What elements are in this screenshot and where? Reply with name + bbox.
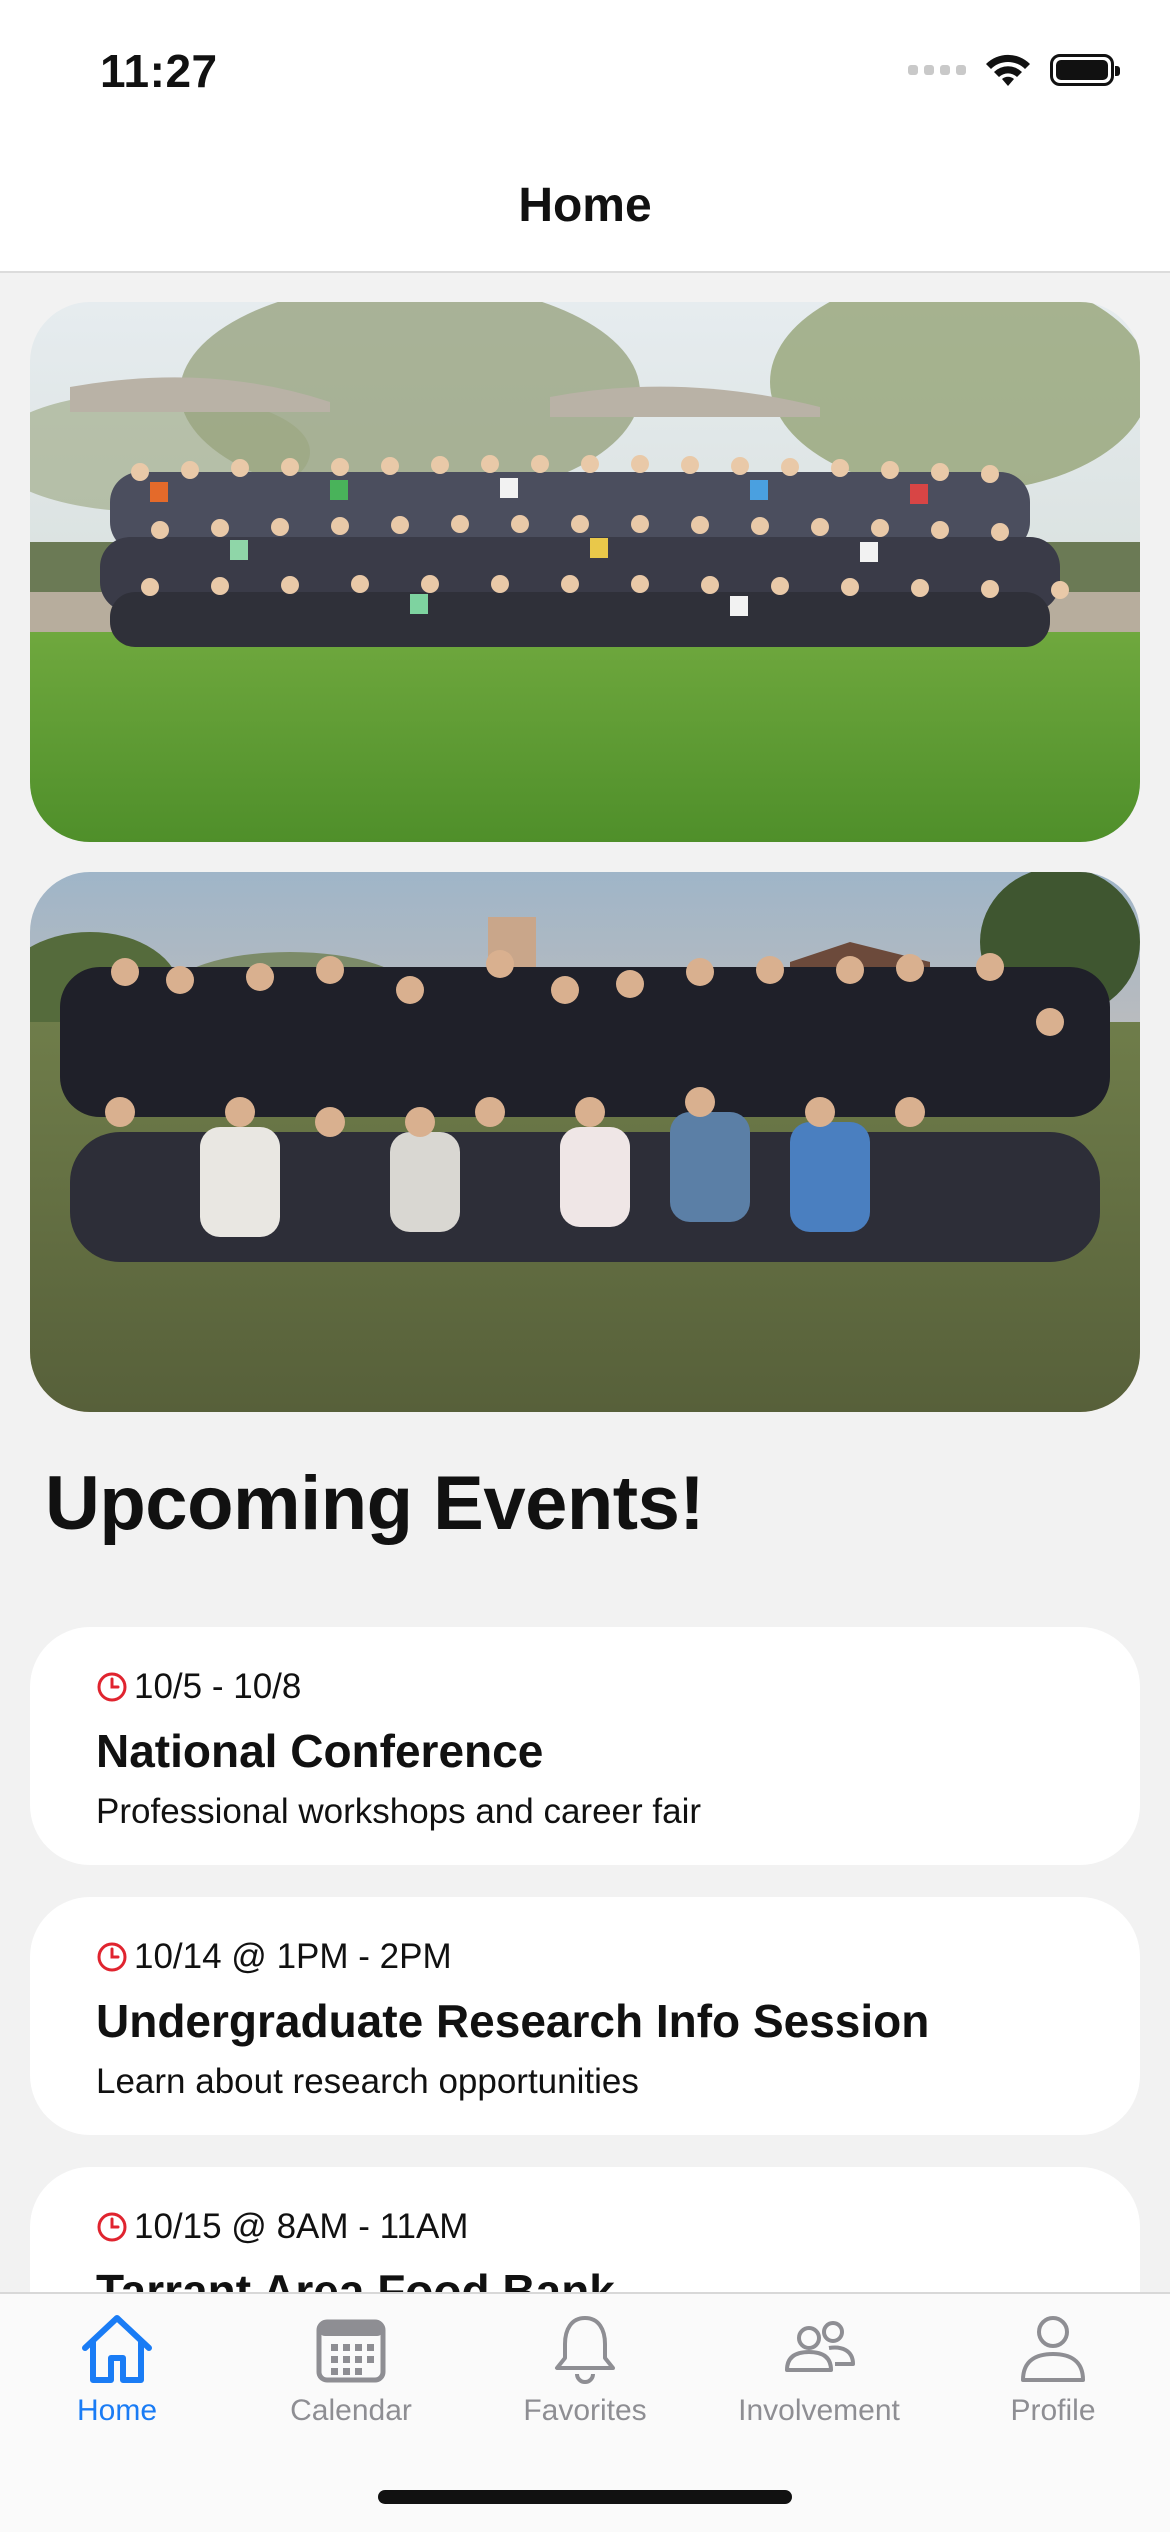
group-photo-park[interactable] — [30, 302, 1140, 842]
status-time: 11:27 — [100, 45, 218, 97]
event-date: 10/5 - 10/8 — [96, 1665, 1074, 1709]
event-description: Learn about research opportunities — [96, 2061, 639, 2101]
event-date-text: 10/14 @ 1PM - 2PM — [134, 1937, 452, 1976]
event-description: Professional workshops and career fair — [96, 1791, 702, 1831]
tab-calendar[interactable]: Calendar — [234, 2310, 468, 2428]
tab-label: Favorites — [523, 2394, 647, 2427]
tab-profile[interactable]: Profile — [936, 2310, 1170, 2428]
event-date: 10/15 @ 8AM - 11AM — [96, 2205, 1074, 2249]
tab-label: Home — [76, 2394, 158, 2427]
tab-label: Calendar — [290, 2394, 412, 2427]
upcoming-events-heading: Upcoming Events! — [45, 1461, 705, 1546]
group-photo-evening[interactable] — [30, 872, 1140, 1412]
event-card[interactable]: 10/5 - 10/8 National Conference Professi… — [30, 1627, 1140, 1865]
tab-home[interactable]: Home — [0, 2310, 234, 2428]
status-icons — [908, 52, 1120, 88]
page-title: Home — [518, 179, 652, 232]
battery-icon — [1050, 54, 1120, 86]
event-card[interactable]: 10/14 @ 1PM - 2PM Undergraduate Research… — [30, 1897, 1140, 2135]
event-title: National Conference — [96, 1725, 544, 1777]
wifi-icon — [986, 54, 1030, 86]
home-scroll-content[interactable]: Upcoming Events! 10/5 - 10/8 National Co… — [0, 275, 1170, 2292]
clock-icon — [97, 2212, 127, 2242]
event-title: Tarrant Area Food Bank — [96, 2265, 615, 2292]
tab-favorites[interactable]: Favorites — [468, 2310, 702, 2428]
event-date-text: 10/15 @ 8AM - 11AM — [134, 2207, 469, 2246]
clock-icon — [97, 1942, 127, 1972]
calendar-icon — [316, 2319, 386, 2383]
cellular-signal-icon — [908, 65, 966, 75]
event-title: Undergraduate Research Info Session — [96, 1995, 930, 2047]
bell-icon — [555, 2316, 615, 2384]
people-icon — [785, 2321, 855, 2372]
person-icon — [1021, 2316, 1085, 2382]
event-date: 10/14 @ 1PM - 2PM — [96, 1935, 1074, 1979]
tab-involvement[interactable]: Involvement — [702, 2310, 936, 2428]
clock-icon — [97, 1672, 127, 1702]
home-indicator[interactable] — [378, 2490, 792, 2504]
navigation-header: Home — [0, 140, 1170, 273]
house-icon — [82, 2315, 152, 2383]
tab-label: Profile — [1010, 2394, 1096, 2427]
event-card[interactable]: 10/15 @ 8AM - 11AM Tarrant Area Food Ban… — [30, 2167, 1140, 2292]
tab-label: Involvement — [738, 2394, 900, 2427]
status-bar: 11:27 — [0, 0, 1170, 140]
event-date-text: 10/5 - 10/8 — [134, 1667, 302, 1706]
